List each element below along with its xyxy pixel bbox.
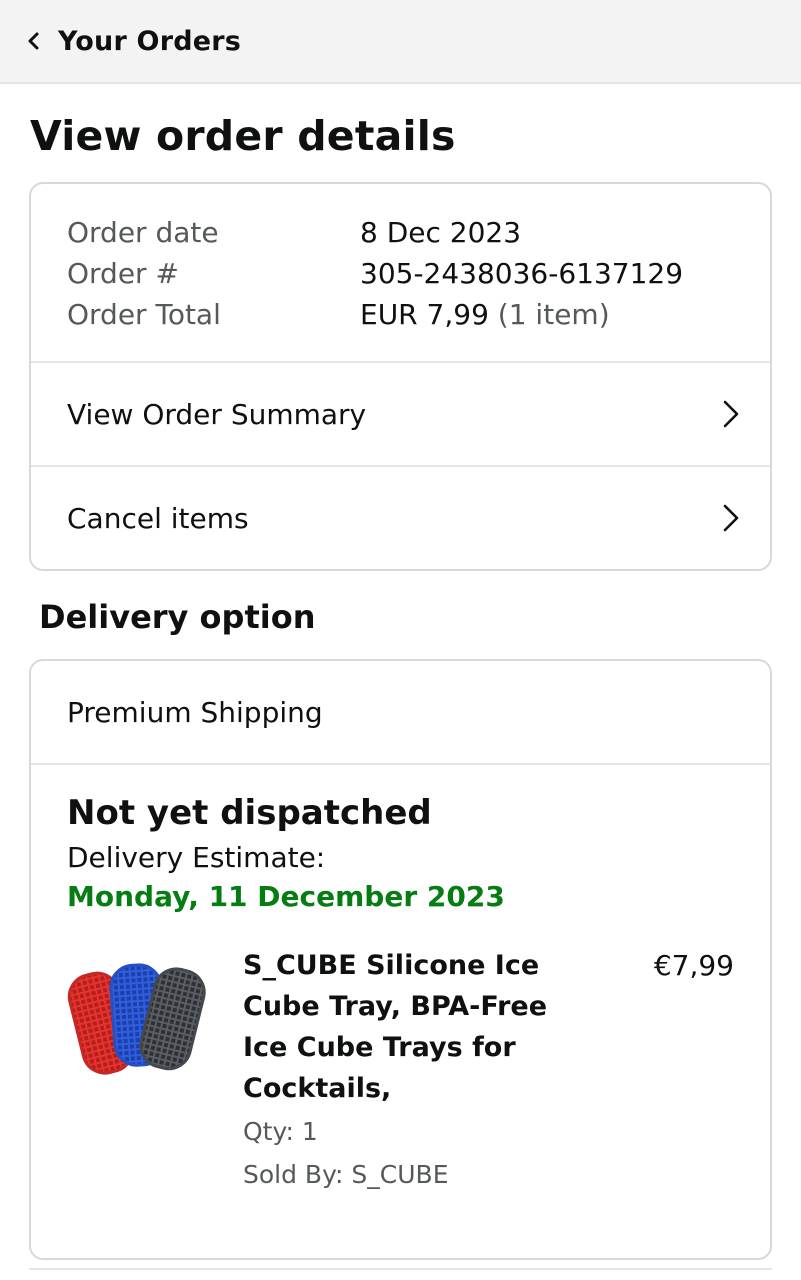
order-item: S_CUBE Silicone Ice Cube Tray, BPA-Free …	[67, 945, 734, 1205]
delivery-card: Premium Shipping Not yet dispatched Deli…	[29, 659, 772, 1260]
item-price: €7,99	[653, 949, 734, 982]
item-seller: Sold By: S_CUBE	[243, 1160, 449, 1189]
cancel-items-link[interactable]: Cancel items	[31, 465, 770, 569]
order-date-label: Order date	[67, 216, 219, 249]
order-date-value: 8 Dec 2023	[360, 216, 522, 249]
top-bar: Your Orders	[0, 0, 801, 84]
order-total-label: Order Total	[67, 298, 221, 331]
bottom-divider	[29, 1268, 772, 1270]
page-title: View order details	[30, 112, 456, 160]
order-total-row: Order Total EUR 7,99 (1 item)	[67, 298, 734, 339]
item-quantity: Qty: 1	[243, 1117, 318, 1146]
chevron-left-icon	[28, 32, 39, 50]
item-details: S_CUBE Silicone Ice Cube Tray, BPA-Free …	[243, 945, 553, 1195]
order-date-row: Order date 8 Dec 2023	[67, 216, 734, 257]
shipment-status-block: Not yet dispatched Delivery Estimate: Mo…	[31, 765, 770, 1205]
chevron-right-icon	[723, 504, 739, 532]
item-title-link[interactable]: S_CUBE Silicone Ice Cube Tray, BPA-Free …	[243, 945, 553, 1109]
order-number-value: 305-2438036-6137129	[360, 257, 684, 290]
view-order-summary-label: View Order Summary	[67, 397, 367, 431]
order-info-card: Order date 8 Dec 2023 Order # 305-243803…	[29, 182, 772, 571]
order-item-count: (1 item)	[497, 298, 610, 331]
back-label: Your Orders	[58, 25, 242, 57]
order-number-row: Order # 305-2438036-6137129	[67, 257, 734, 298]
order-number-label: Order #	[67, 257, 179, 290]
shipping-method-label: Premium Shipping	[67, 695, 323, 729]
ice-cube-trays-image[interactable]	[67, 959, 209, 1079]
back-to-orders-link[interactable]: Your Orders	[0, 0, 241, 82]
shipment-status: Not yet dispatched	[67, 793, 432, 833]
chevron-right-icon	[723, 400, 739, 428]
shipping-method: Premium Shipping	[31, 661, 770, 765]
order-total-value: EUR 7,99	[360, 298, 489, 331]
order-info-block: Order date 8 Dec 2023 Order # 305-243803…	[31, 184, 770, 361]
delivery-estimate-label: Delivery Estimate:	[67, 841, 326, 874]
delivery-section-title: Delivery option	[39, 598, 316, 636]
view-order-summary-link[interactable]: View Order Summary	[31, 361, 770, 465]
delivery-estimate-date: Monday, 11 December 2023	[67, 880, 505, 913]
cancel-items-label: Cancel items	[67, 501, 249, 535]
order-total-value-wrap: EUR 7,99 (1 item)	[360, 298, 610, 339]
